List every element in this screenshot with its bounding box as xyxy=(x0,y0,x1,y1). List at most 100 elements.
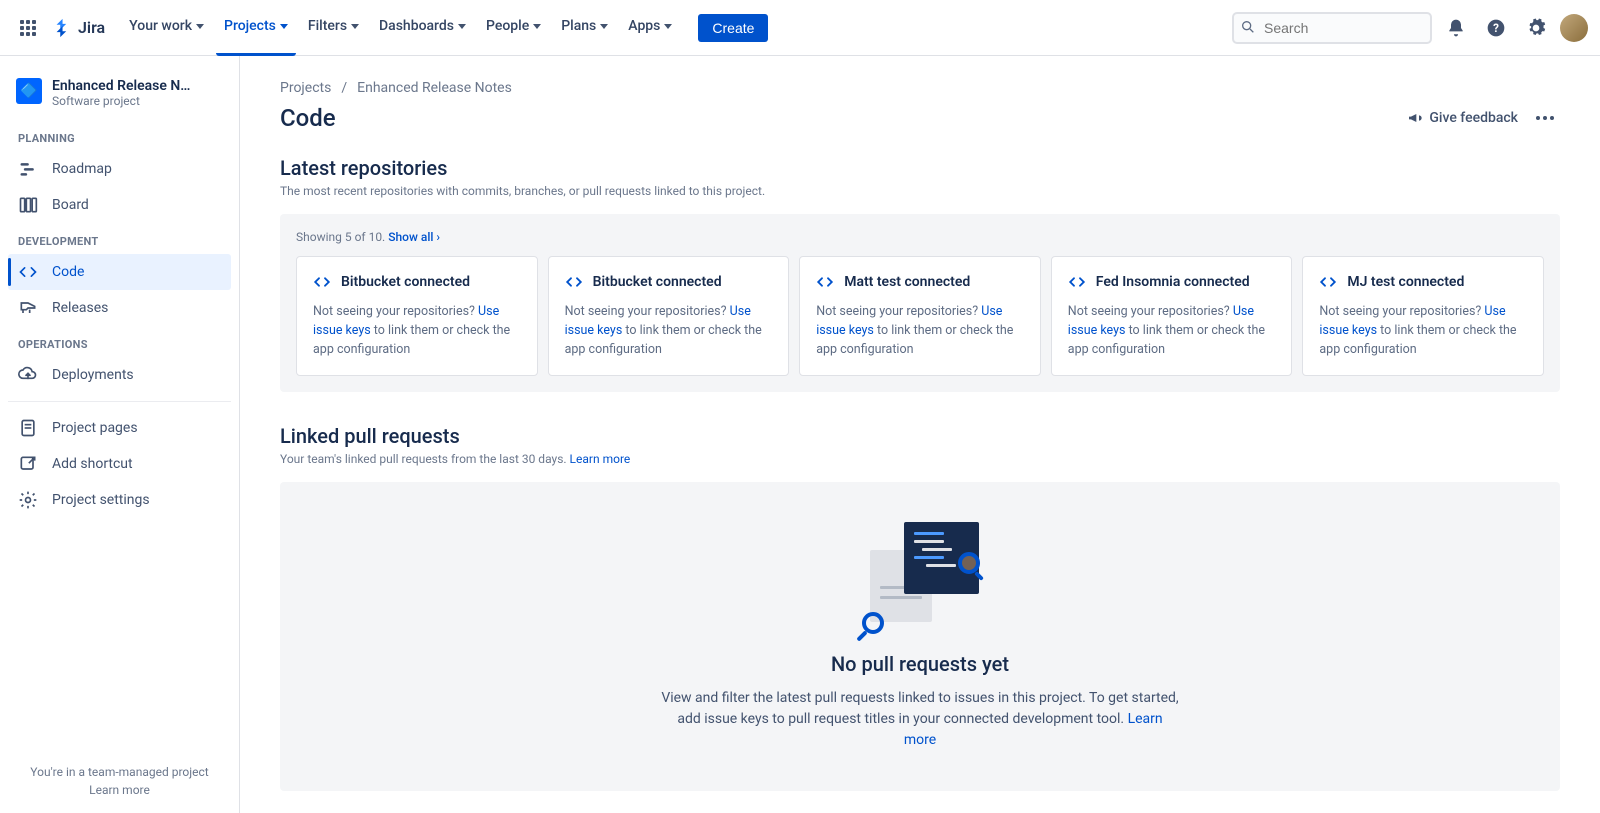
sidebar-item-label: Project settings xyxy=(52,492,150,508)
help-icon[interactable]: ? xyxy=(1480,12,1512,44)
jira-logo-text: Jira xyxy=(78,18,105,37)
sidebar-item-project-pages[interactable]: Project pages xyxy=(8,410,231,446)
settings-icon[interactable] xyxy=(1520,12,1552,44)
footer-learn-more[interactable]: Learn more xyxy=(16,783,223,797)
footer-text: You're in a team-managed project xyxy=(16,765,223,779)
repo-card-desc: Not seeing your repositories? Use issue … xyxy=(816,303,1024,359)
breadcrumb-projects[interactable]: Projects xyxy=(280,80,331,96)
code-icon xyxy=(18,262,38,282)
sidebar-footer: You're in a team-managed project Learn m… xyxy=(8,757,231,805)
nav-item-plans[interactable]: Plans xyxy=(553,0,616,56)
shortcut-icon xyxy=(18,454,38,474)
sidebar-item-deployments[interactable]: Deployments xyxy=(8,357,231,393)
svg-text:?: ? xyxy=(1493,21,1499,35)
notifications-icon[interactable] xyxy=(1440,12,1472,44)
show-all-link[interactable]: Show all › xyxy=(388,230,440,244)
repo-card-title: MJ test connected xyxy=(1319,273,1527,291)
repo-card-desc: Not seeing your repositories? Use issue … xyxy=(565,303,773,359)
use-issue-keys-link[interactable]: Use issue keys xyxy=(565,304,751,338)
chevron-down-icon xyxy=(351,24,359,29)
sidebar-item-label: Project pages xyxy=(52,420,138,436)
chevron-down-icon xyxy=(280,24,288,29)
roadmap-icon xyxy=(18,159,38,179)
nav-item-apps[interactable]: Apps xyxy=(620,0,680,56)
search-box xyxy=(1232,12,1432,44)
nav-item-projects[interactable]: Projects xyxy=(216,0,296,56)
sidebar-item-code[interactable]: Code xyxy=(8,254,231,290)
code-icon xyxy=(565,273,583,291)
megaphone-icon xyxy=(1407,110,1423,126)
chevron-down-icon xyxy=(196,24,204,29)
repo-card-desc: Not seeing your repositories? Use issue … xyxy=(313,303,521,359)
chevron-down-icon xyxy=(533,24,541,29)
sidebar-item-label: Add shortcut xyxy=(52,456,133,472)
sidebar-divider xyxy=(8,401,231,402)
code-icon xyxy=(313,273,331,291)
empty-title: No pull requests yet xyxy=(320,652,1520,676)
gear-icon xyxy=(18,490,38,510)
sidebar-item-label: Board xyxy=(52,197,89,213)
repos-container: Showing 5 of 10. Show all › Bitbucket co… xyxy=(280,214,1560,392)
use-issue-keys-link[interactable]: Use issue keys xyxy=(313,304,499,338)
showing-count: Showing 5 of 10. Show all › xyxy=(296,230,1544,244)
nav-item-people[interactable]: People xyxy=(478,0,549,56)
repo-card[interactable]: Bitbucket connectedNot seeing your repos… xyxy=(548,256,790,376)
use-issue-keys-link[interactable]: Use issue keys xyxy=(1068,304,1254,338)
nav-item-your-work[interactable]: Your work xyxy=(121,0,212,56)
latest-repositories-section: Latest repositories The most recent repo… xyxy=(280,156,1560,392)
linked-pull-requests-section: Linked pull requests Your team's linked … xyxy=(280,424,1560,791)
search-input[interactable] xyxy=(1232,12,1432,44)
repo-card-title: Fed Insomnia connected xyxy=(1068,273,1276,291)
code-icon xyxy=(816,273,834,291)
user-avatar[interactable] xyxy=(1560,14,1588,42)
sidebar-item-board[interactable]: Board xyxy=(8,187,231,223)
section-desc: The most recent repositories with commit… xyxy=(280,184,1560,198)
section-planning-label: PLANNING xyxy=(8,120,231,151)
chevron-down-icon xyxy=(458,24,466,29)
sidebar-item-label: Releases xyxy=(52,300,108,316)
pr-empty-state: No pull requests yet View and filter the… xyxy=(280,482,1560,791)
empty-illustration xyxy=(860,522,980,632)
learn-more-link[interactable]: Learn more xyxy=(570,452,631,466)
project-header[interactable]: 🔷 Enhanced Release N… Software project xyxy=(8,72,231,120)
create-button[interactable]: Create xyxy=(698,14,768,42)
sidebar-item-add-shortcut[interactable]: Add shortcut xyxy=(8,446,231,482)
repo-card[interactable]: MJ test connected Not seeing your reposit… xyxy=(1302,256,1544,376)
repo-card-title: Bitbucket connected xyxy=(313,273,521,291)
sidebar-item-label: Deployments xyxy=(52,367,134,383)
nav-items: Your workProjectsFiltersDashboardsPeople… xyxy=(121,0,680,56)
deployments-icon xyxy=(18,365,38,385)
board-icon xyxy=(18,195,38,215)
sidebar-item-project-settings[interactable]: Project settings xyxy=(8,482,231,518)
project-name: Enhanced Release N… xyxy=(52,78,190,94)
sidebar: 🔷 Enhanced Release N… Software project P… xyxy=(0,56,240,813)
sidebar-item-roadmap[interactable]: Roadmap xyxy=(8,151,231,187)
section-title: Linked pull requests xyxy=(280,424,1560,448)
repo-card-desc: Not seeing your repositories? Use issue … xyxy=(1319,303,1527,359)
page-header: Code Give feedback xyxy=(280,104,1560,132)
section-operations-label: OPERATIONS xyxy=(8,326,231,357)
empty-desc: View and filter the latest pull requests… xyxy=(660,688,1180,751)
nav-item-dashboards[interactable]: Dashboards xyxy=(371,0,474,56)
repo-card-title: Matt test connected xyxy=(816,273,1024,291)
repo-card[interactable]: Fed Insomnia connectedNot seeing your re… xyxy=(1051,256,1293,376)
nav-item-filters[interactable]: Filters xyxy=(300,0,367,56)
use-issue-keys-link[interactable]: Use issue keys xyxy=(1319,304,1505,338)
breadcrumb-project[interactable]: Enhanced Release Notes xyxy=(357,80,512,96)
code-icon xyxy=(1068,273,1086,291)
feedback-label: Give feedback xyxy=(1429,110,1518,126)
repo-card[interactable]: Matt test connected Not seeing your repos… xyxy=(799,256,1041,376)
jira-logo[interactable]: Jira xyxy=(52,17,105,39)
project-icon: 🔷 xyxy=(16,78,42,104)
section-desc: Your team's linked pull requests from th… xyxy=(280,452,1560,466)
give-feedback-button[interactable]: Give feedback xyxy=(1407,110,1518,126)
sidebar-item-releases[interactable]: Releases xyxy=(8,290,231,326)
top-nav-left: Jira Your workProjectsFiltersDashboardsP… xyxy=(12,0,1232,56)
jira-icon xyxy=(52,17,74,39)
more-actions-button[interactable] xyxy=(1530,110,1560,126)
use-issue-keys-link[interactable]: Use issue keys xyxy=(816,304,1002,338)
repo-card[interactable]: Bitbucket connected Not seeing your repos… xyxy=(296,256,538,376)
releases-icon xyxy=(18,298,38,318)
app-switcher-icon[interactable] xyxy=(12,12,44,44)
project-type: Software project xyxy=(52,94,190,108)
